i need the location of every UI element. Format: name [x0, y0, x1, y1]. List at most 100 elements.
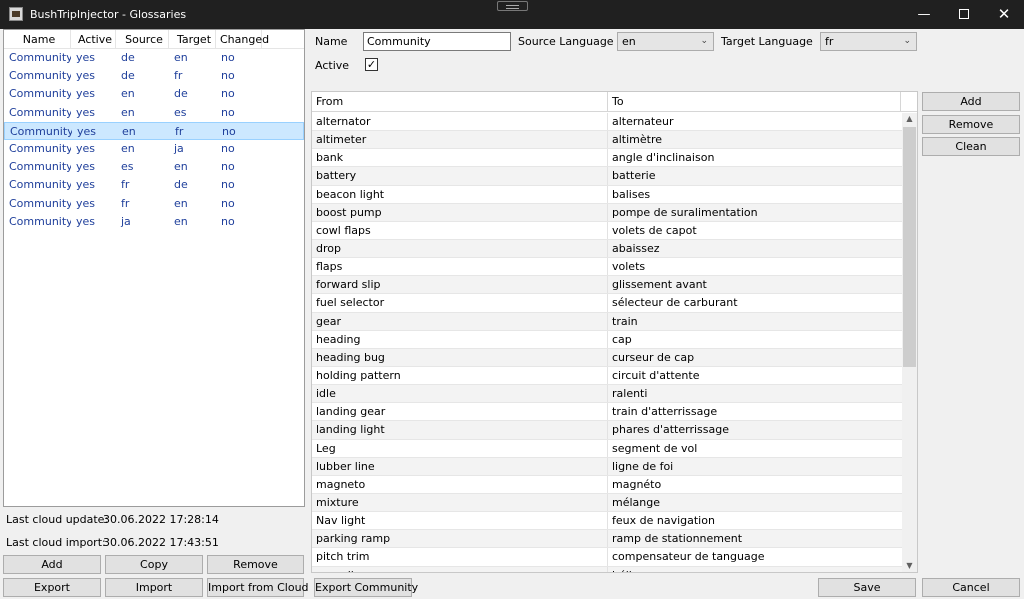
- term-from-cell[interactable]: mixture: [312, 493, 608, 512]
- column-header-name[interactable]: Name: [4, 30, 71, 49]
- clean-button[interactable]: Clean: [922, 137, 1020, 156]
- term-from-cell[interactable]: heading: [312, 330, 608, 348]
- term-to-cell[interactable]: ramp de stationnement: [608, 530, 903, 547]
- term-from-cell[interactable]: landing light: [312, 421, 608, 439]
- import-button[interactable]: Import: [105, 578, 203, 597]
- term-row[interactable]: Leg segment de vol: [312, 439, 903, 458]
- term-row[interactable]: forward slip glissement avant: [312, 276, 903, 295]
- term-to-cell[interactable]: magnéto: [608, 476, 903, 493]
- term-to-cell[interactable]: segment de vol: [608, 440, 903, 457]
- term-row[interactable]: magneto magnéto: [312, 475, 903, 494]
- remove-term-button[interactable]: Remove: [922, 115, 1020, 134]
- column-header-source[interactable]: Source: [116, 30, 169, 49]
- term-to-cell[interactable]: train d'atterrissage: [608, 403, 903, 420]
- term-row[interactable]: gear train: [312, 312, 903, 331]
- term-from-cell[interactable]: battery: [312, 167, 608, 185]
- term-to-cell[interactable]: batterie: [608, 167, 903, 184]
- import-from-cloud-button[interactable]: Import from Cloud: [207, 578, 309, 597]
- term-to-cell[interactable]: ralenti: [608, 385, 903, 402]
- glossary-row[interactable]: Community yes es en no: [4, 158, 304, 176]
- cancel-button[interactable]: Cancel: [922, 578, 1020, 597]
- export-community-button[interactable]: Export Community: [314, 578, 418, 597]
- term-from-cell[interactable]: lubber line: [312, 457, 608, 475]
- term-row[interactable]: bank angle d'inclinaison: [312, 149, 903, 168]
- term-to-cell[interactable]: glissement avant: [608, 276, 903, 293]
- term-to-cell[interactable]: abaissez: [608, 240, 903, 257]
- glossary-list[interactable]: Name Active Source Target Changed Commun…: [3, 29, 305, 507]
- export-button[interactable]: Export: [3, 578, 101, 597]
- term-row[interactable]: pitch trim compensateur de tanguage: [312, 548, 903, 567]
- scrollbar-thumb[interactable]: [903, 127, 916, 367]
- vertical-scrollbar[interactable]: ▲ ▼: [902, 113, 917, 572]
- term-row[interactable]: battery batterie: [312, 167, 903, 186]
- term-row[interactable]: holding pattern circuit d'attente: [312, 366, 903, 386]
- glossary-row[interactable]: Community yes de en no: [4, 49, 304, 67]
- term-from-cell[interactable]: magneto: [312, 475, 608, 493]
- term-row[interactable]: heading cap: [312, 330, 903, 349]
- term-to-cell[interactable]: cap: [608, 331, 903, 348]
- term-from-cell[interactable]: cowl flaps: [312, 221, 608, 239]
- source-language-select[interactable]: en ⌄: [617, 32, 714, 51]
- term-row[interactable]: mixture mélange: [312, 493, 903, 513]
- terms-grid[interactable]: From To alternator alternateur altimeter al…: [311, 91, 918, 573]
- column-header-active[interactable]: Active: [71, 30, 116, 49]
- term-row[interactable]: lubber line ligne de foi: [312, 457, 903, 476]
- term-from-cell[interactable]: holding pattern: [312, 366, 608, 385]
- scroll-up-icon[interactable]: ▲: [902, 113, 917, 125]
- term-to-cell[interactable]: altimètre: [608, 131, 903, 148]
- glossary-row[interactable]: Community yes fr de no: [4, 176, 304, 194]
- term-row[interactable]: propellerhélice: [312, 566, 903, 572]
- term-from-cell[interactable]: idle: [312, 385, 608, 403]
- term-to-cell[interactable]: angle d'inclinaison: [608, 149, 903, 166]
- term-from-cell[interactable]: parking ramp: [312, 530, 608, 548]
- term-from-cell[interactable]: forward slip: [312, 276, 608, 294]
- column-header-changed[interactable]: Changed: [216, 30, 269, 49]
- column-header-from[interactable]: From: [312, 92, 608, 111]
- term-from-cell[interactable]: Leg: [312, 439, 608, 457]
- term-row[interactable]: alternator alternateur: [312, 113, 903, 132]
- term-to-cell[interactable]: compensateur de tanguage: [608, 548, 903, 565]
- term-row[interactable]: fuel selector sélecteur de carburant: [312, 294, 903, 313]
- term-from-cell[interactable]: boost pump: [312, 203, 608, 221]
- term-to-cell[interactable]: feux de navigation: [608, 512, 903, 529]
- copy-glossary-button[interactable]: Copy: [105, 555, 203, 574]
- active-checkbox[interactable]: ✓: [365, 58, 378, 71]
- term-from-cell[interactable]: gear: [312, 312, 608, 330]
- target-language-select[interactable]: fr ⌄: [820, 32, 917, 51]
- term-from-cell[interactable]: altimeter: [312, 131, 608, 149]
- term-row[interactable]: flaps volets: [312, 258, 903, 277]
- drag-grip-icon[interactable]: [497, 1, 528, 11]
- term-from-cell[interactable]: propeller: [312, 566, 608, 572]
- term-from-cell[interactable]: drop: [312, 239, 608, 258]
- term-row[interactable]: landing light phares d'atterrissage: [312, 421, 903, 440]
- glossary-row[interactable]: Community yes en de no: [4, 85, 304, 103]
- term-from-cell[interactable]: alternator: [312, 113, 608, 131]
- term-row[interactable]: boost pump pompe de suralimentation: [312, 203, 903, 222]
- term-row[interactable]: landing gear train d'atterrissage: [312, 403, 903, 422]
- glossary-row[interactable]: Community yes ja en no: [4, 213, 304, 231]
- column-header-to[interactable]: To: [608, 92, 901, 111]
- maximize-button[interactable]: [944, 0, 984, 29]
- add-glossary-button[interactable]: Add: [3, 555, 101, 574]
- term-to-cell[interactable]: balises: [608, 186, 903, 203]
- name-input[interactable]: Community: [363, 32, 511, 51]
- term-to-cell[interactable]: volets de capot: [608, 222, 903, 239]
- scroll-down-icon[interactable]: ▼: [902, 560, 917, 572]
- term-row[interactable]: altimeter altimètre: [312, 131, 903, 150]
- term-row[interactable]: beacon light balises: [312, 185, 903, 204]
- glossary-row[interactable]: Community yes de fr no: [4, 67, 304, 85]
- term-from-cell[interactable]: landing gear: [312, 403, 608, 421]
- term-to-cell[interactable]: train: [608, 313, 903, 330]
- term-to-cell[interactable]: ligne de foi: [608, 458, 903, 475]
- term-from-cell[interactable]: bank: [312, 149, 608, 167]
- close-button[interactable]: ✕: [984, 0, 1024, 29]
- term-to-cell[interactable]: hélice: [608, 567, 903, 572]
- term-from-cell[interactable]: pitch trim: [312, 548, 608, 566]
- term-row[interactable]: idle ralenti: [312, 385, 903, 404]
- minimize-button[interactable]: —: [904, 0, 944, 29]
- add-term-button[interactable]: Add: [922, 92, 1020, 111]
- glossary-row[interactable]: Community yes fr en no: [4, 195, 304, 213]
- glossary-row[interactable]: Community yes en fr no: [4, 121, 304, 140]
- term-to-cell[interactable]: circuit d'attente: [608, 367, 903, 384]
- glossary-row[interactable]: Community yes en ja no: [4, 140, 304, 158]
